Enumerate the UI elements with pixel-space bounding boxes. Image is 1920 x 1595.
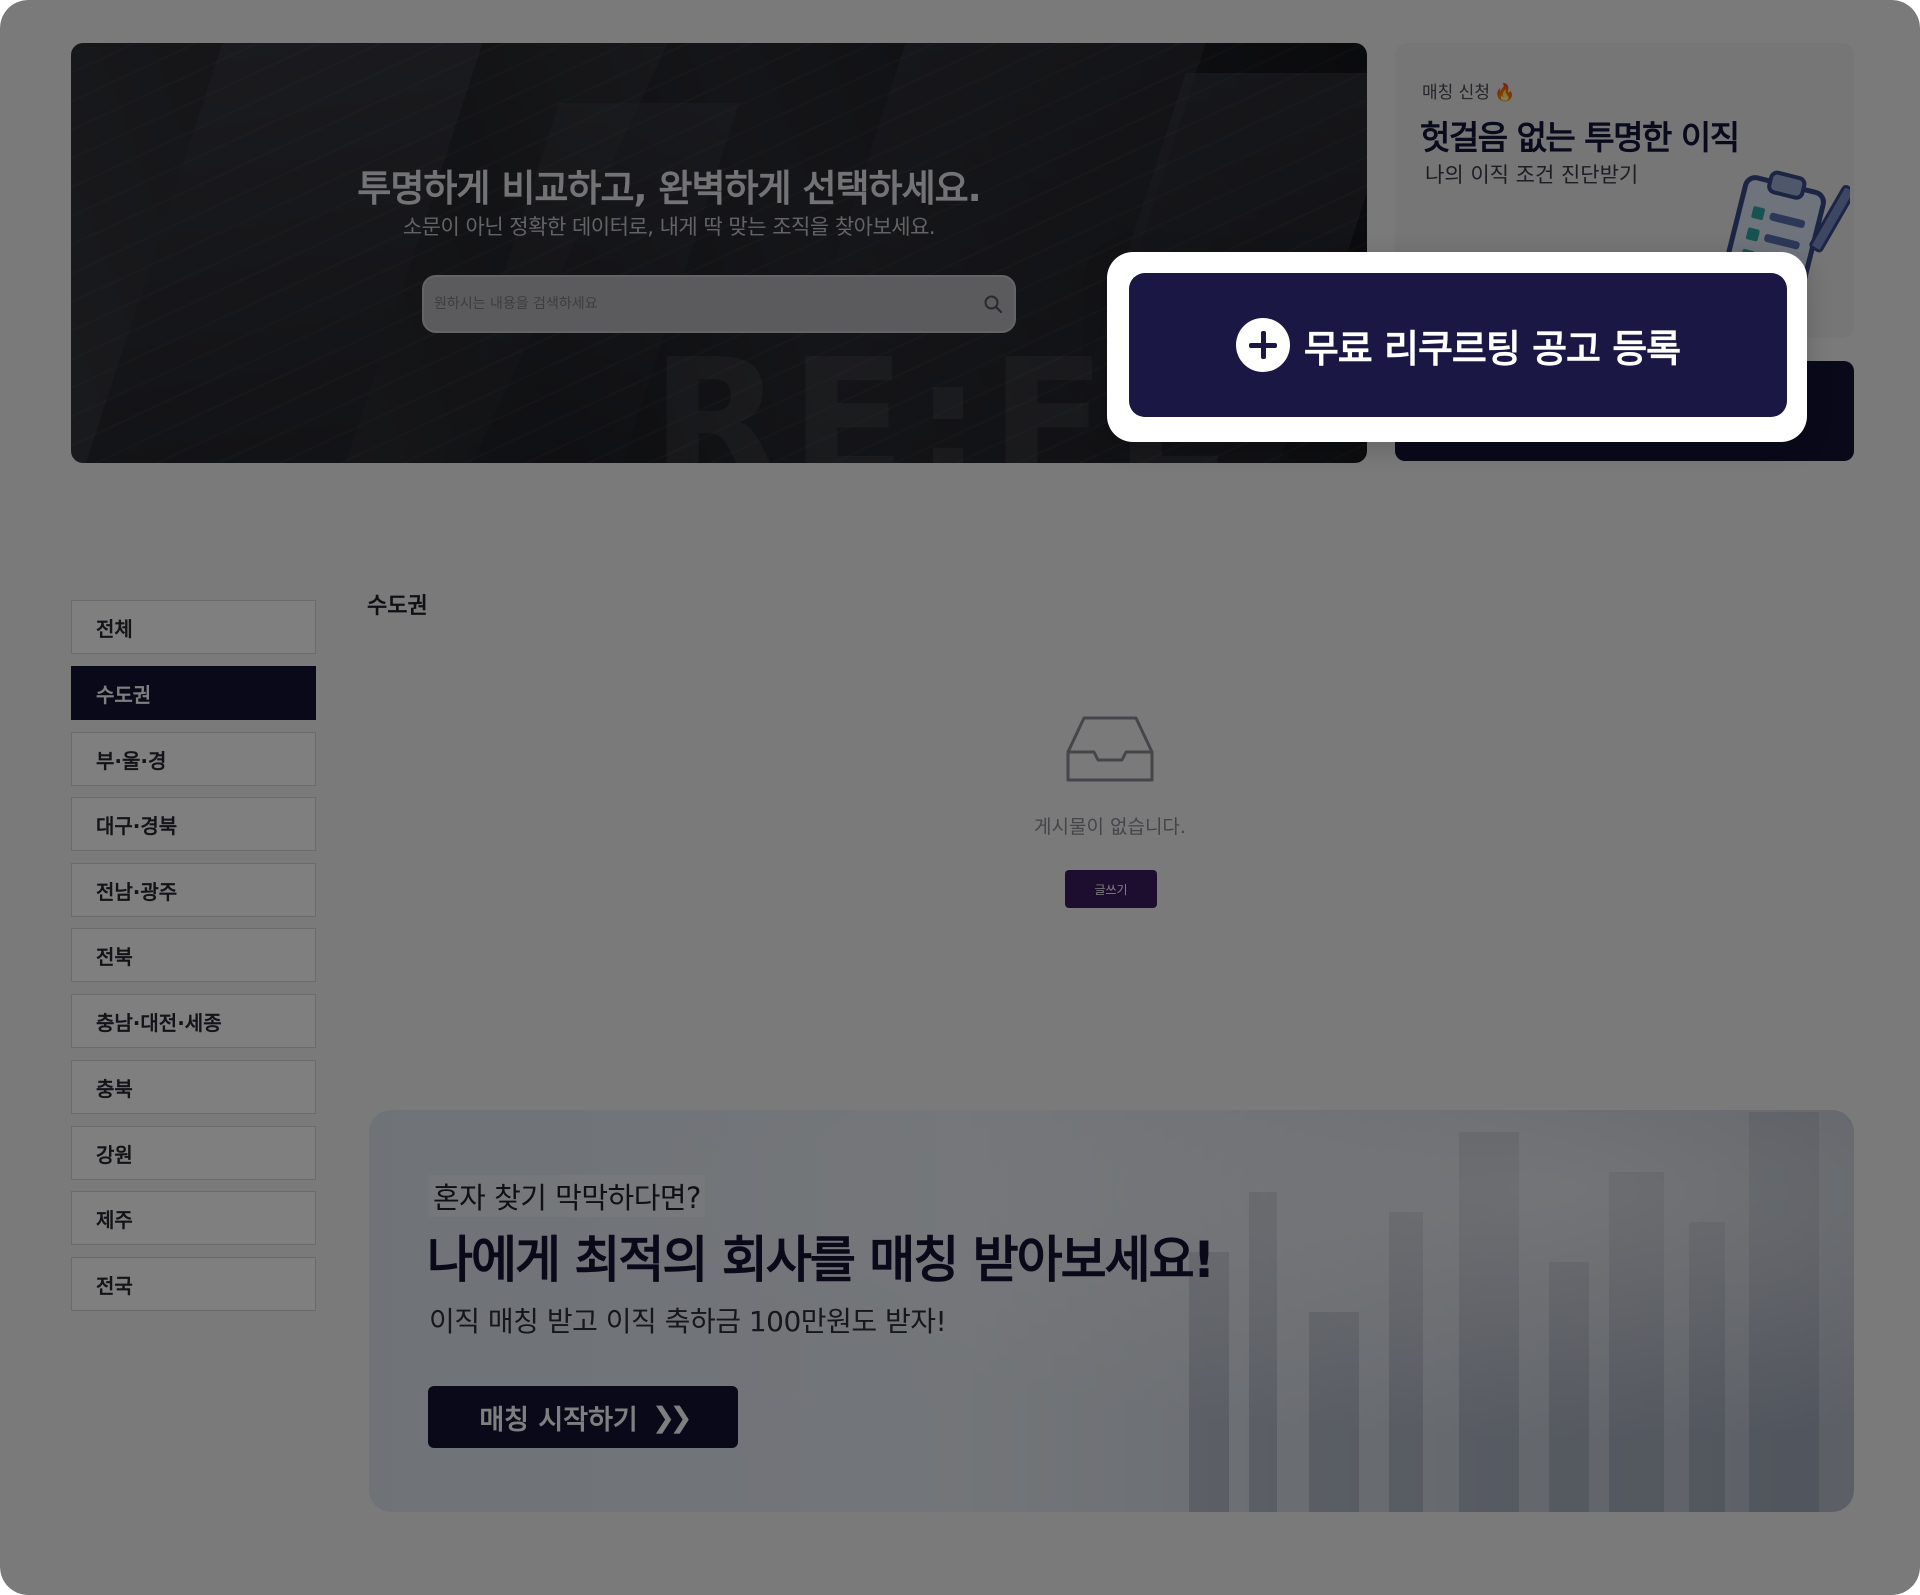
- match-card-title: 헛걸음 없는 투명한 이직: [1420, 118, 1740, 157]
- region-item-nationwide[interactable]: 전국: [71, 1257, 316, 1311]
- start-matching-label: 매칭 시작하기: [479, 1404, 638, 1436]
- search-input[interactable]: [434, 277, 974, 331]
- hero-subtitle: 소문이 아닌 정확한 데이터로, 내게 딱 맞는 조직을 찾아보세요.: [402, 215, 936, 239]
- search-icon[interactable]: [982, 293, 1004, 315]
- match-tag: 매칭 신청 🔥: [1422, 78, 1515, 103]
- region-item-jeju[interactable]: 제주: [71, 1191, 316, 1245]
- region-item-busan-ulsan-gyeongnam[interactable]: 부·울·경: [71, 732, 316, 786]
- plus-circle-icon: [1235, 318, 1290, 372]
- region-item-label: 전남·광주: [96, 879, 178, 904]
- region-item-daegu-gyeongbuk[interactable]: 대구·경북: [71, 797, 316, 851]
- region-item-label: 제주: [96, 1207, 133, 1232]
- write-button[interactable]: 글쓰기: [1065, 870, 1157, 908]
- region-item-all[interactable]: 전체: [71, 600, 316, 654]
- region-item-label: 전국: [96, 1273, 133, 1298]
- inbox-icon: [1066, 716, 1154, 782]
- fire-icon: 🔥: [1493, 83, 1516, 103]
- section-title: 수도권: [367, 594, 428, 619]
- hero-search-box: [422, 275, 1016, 333]
- region-item-chungnam-daejeon-sejong[interactable]: 충남·대전·세종: [71, 994, 316, 1048]
- region-item-label: 부·울·경: [96, 748, 167, 773]
- page: RE:FE 투명하게 비교하고, 완벽하게 선택하세요. 소문이 아닌 정확한 …: [0, 0, 1920, 1595]
- region-item-label: 전체: [96, 616, 133, 641]
- region-item-label: 전북: [96, 944, 133, 969]
- region-item-label: 충북: [96, 1076, 133, 1101]
- start-matching-button[interactable]: 매칭 시작하기 ❯❯: [428, 1386, 738, 1448]
- match-card-description: 나의 이직 조건 진단받기: [1425, 163, 1639, 187]
- region-item-gangwon[interactable]: 강원: [71, 1126, 316, 1180]
- hero-title: 투명하게 비교하고, 완벽하게 선택하세요.: [357, 167, 981, 210]
- region-item-label: 강원: [96, 1142, 133, 1167]
- recruit-button-label: 무료 리쿠르팅 공고 등록: [1303, 326, 1681, 371]
- region-item-capital[interactable]: 수도권: [71, 666, 316, 720]
- banner-lead: 혼자 찾기 막막하다면?: [429, 1175, 705, 1217]
- region-item-chungbuk[interactable]: 충북: [71, 1060, 316, 1114]
- double-chevron-right-icon: ❯❯: [651, 1400, 693, 1434]
- region-item-label: 수도권: [96, 682, 152, 707]
- matching-banner: 혼자 찾기 막막하다면? 나에게 최적의 회사를 매칭 받아보세요! 이직 매칭…: [369, 1110, 1854, 1512]
- region-item-label: 충남·대전·세종: [96, 1010, 222, 1035]
- region-item-label: 대구·경북: [96, 813, 178, 838]
- region-item-jeonnam-gwangju[interactable]: 전남·광주: [71, 863, 316, 917]
- empty-message: 게시물이 없습니다.: [1034, 816, 1186, 838]
- region-item-jeonbuk[interactable]: 전북: [71, 928, 316, 982]
- free-recruiting-post-button[interactable]: 무료 리쿠르팅 공고 등록: [1129, 273, 1787, 417]
- banner-subline: 이직 매칭 받고 이직 축하금 100만원도 받자!: [429, 1305, 947, 1338]
- banner-headline: 나에게 최적의 회사를 매칭 받아보세요!: [427, 1231, 1215, 1289]
- match-tag-label: 매칭 신청: [1422, 83, 1490, 103]
